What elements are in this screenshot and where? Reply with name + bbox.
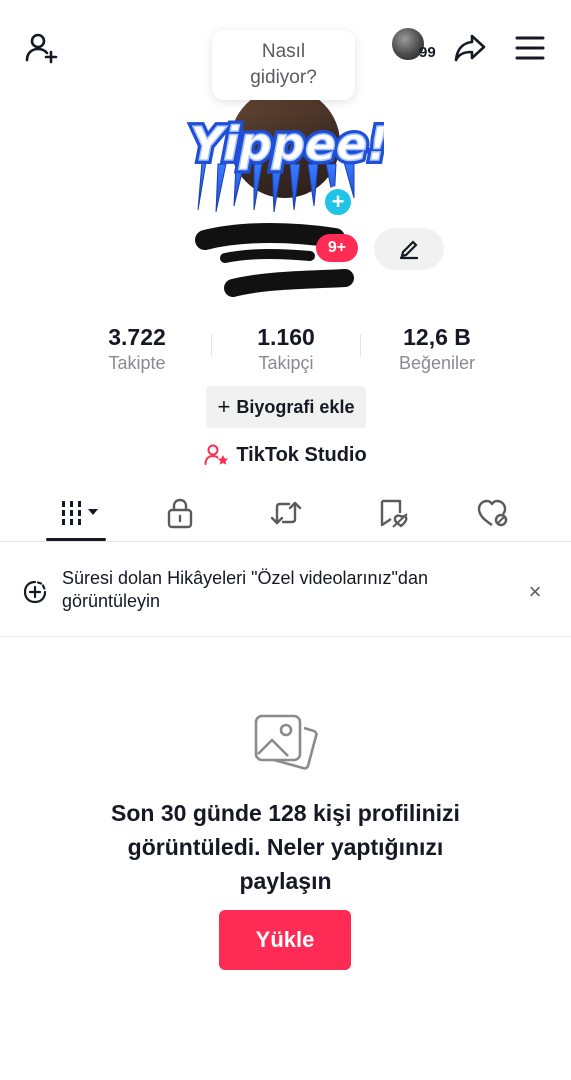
notice-text: Süresi dolan Hikâyeleri "Özel videoların… xyxy=(62,568,428,611)
svg-text:Yippee!: Yippee! xyxy=(190,117,384,171)
stat-followers[interactable]: 1.160 Takipçi xyxy=(211,322,361,374)
tab-reposts[interactable] xyxy=(251,488,321,538)
studio-label: TikTok Studio xyxy=(236,443,367,466)
repost-icon xyxy=(270,501,302,525)
close-icon[interactable]: × xyxy=(520,577,550,607)
story-add-icon xyxy=(23,580,47,604)
add-friend-icon[interactable] xyxy=(22,28,62,68)
menu-icon[interactable] xyxy=(510,28,550,68)
stat-divider xyxy=(211,334,212,356)
creator-star-icon xyxy=(204,444,229,465)
stat-value: 12,6 B xyxy=(403,324,471,350)
status-tooltip[interactable]: Nasıl gidiyor? xyxy=(212,30,355,100)
expired-stories-notice[interactable]: Süresi dolan Hikâyeleri "Özel videoların… xyxy=(0,543,571,637)
profile-avatar-area[interactable]: Yippee! Yippee! + xyxy=(184,88,384,218)
tab-private[interactable] xyxy=(145,488,215,538)
stat-following[interactable]: 3.722 Takipte xyxy=(62,322,212,374)
add-bio-label: Biyografi ekle xyxy=(236,396,355,417)
share-icon[interactable] xyxy=(450,28,490,68)
stat-label: Beğeniler xyxy=(398,353,476,373)
add-bio-button[interactable]: + Biyografi ekle xyxy=(206,386,366,428)
pencil-icon xyxy=(399,240,419,260)
username-row xyxy=(0,222,571,302)
yippee-sticker-image: Yippee! Yippee! xyxy=(186,113,384,212)
tab-favorites[interactable] xyxy=(357,488,427,538)
lock-icon xyxy=(167,498,193,529)
add-story-button[interactable]: + xyxy=(322,186,354,218)
stat-likes[interactable]: 12,6 B Beğeniler xyxy=(362,322,512,374)
notification-badge[interactable]: 9+ xyxy=(316,234,358,262)
liked-icon xyxy=(477,499,508,527)
stat-label: Takipçi xyxy=(258,353,314,373)
edit-profile-button[interactable] xyxy=(374,228,444,270)
plus-icon: + xyxy=(217,394,231,419)
profile-stats: 3.722 Takipte 1.160 Takipçi 12,6 B Beğen… xyxy=(0,322,571,382)
stat-divider xyxy=(360,334,361,356)
profile-tabs xyxy=(0,488,571,542)
upload-button[interactable]: Yükle xyxy=(219,910,351,970)
active-tab-indicator xyxy=(46,538,106,541)
stat-value: 1.160 xyxy=(257,324,315,350)
photos-icon xyxy=(254,714,318,770)
favorites-icon xyxy=(380,499,408,528)
tiktok-studio-link[interactable]: TikTok Studio xyxy=(0,440,571,470)
tab-liked[interactable] xyxy=(458,488,528,538)
tab-videos[interactable] xyxy=(46,488,116,538)
stat-value: 3.722 xyxy=(108,324,166,350)
stat-label: Takipte xyxy=(108,353,166,373)
story-count: 99 xyxy=(419,44,436,61)
videos-grid-icon xyxy=(62,501,98,525)
empty-state-message: Son 30 günde 128 kişi profilinizi görünt… xyxy=(111,800,460,894)
